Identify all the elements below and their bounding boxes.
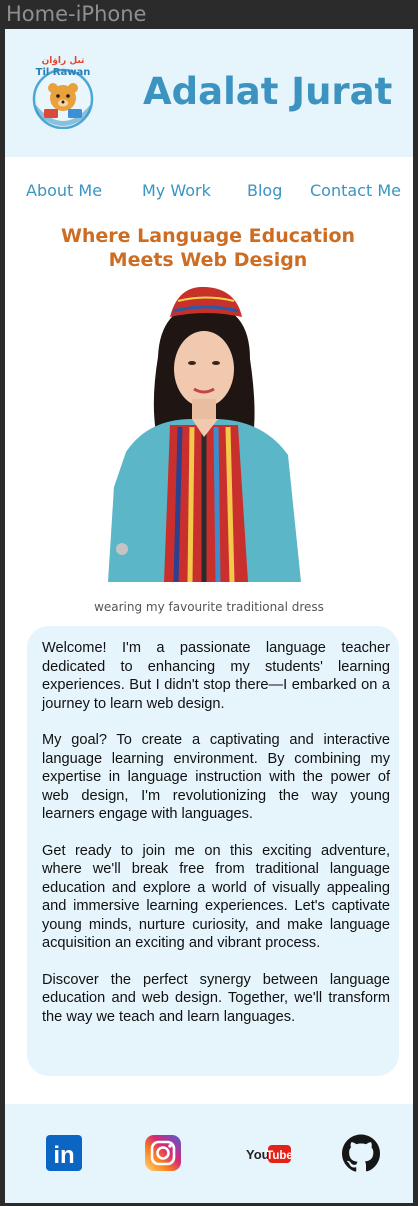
nav-my-work[interactable]: My Work	[142, 181, 211, 200]
welcome-paragraph-1: Welcome! I'm a passionate language teach…	[42, 640, 390, 712]
linkedin-icon: in	[46, 1135, 82, 1171]
github-link[interactable]	[342, 1134, 380, 1172]
youtube-link[interactable]: You Tube	[246, 1134, 293, 1172]
nav-blog[interactable]: Blog	[247, 181, 282, 200]
site-header: تىل راۋان Til Rawan Adalat Jurat	[5, 29, 413, 157]
svg-text:تىل راۋان: تىل راۋان	[42, 56, 85, 66]
linkedin-label: in	[53, 1142, 74, 1169]
welcome-paragraph-4: Discover the perfect synergy between lan…	[42, 971, 390, 1025]
instagram-icon	[145, 1135, 181, 1171]
page-headline: Where Language Education Meets Web Desig…	[60, 225, 356, 271]
page: تىل راۋان Til Rawan Adalat Jurat About M…	[5, 29, 413, 1203]
site-name: Adalat Jurat	[143, 70, 393, 113]
linkedin-link[interactable]: in	[45, 1134, 83, 1172]
portrait-photo	[108, 287, 301, 582]
github-icon	[342, 1134, 380, 1172]
photo-caption: wearing my favourite traditional dress	[94, 600, 324, 614]
logo-icon[interactable]: تىل راۋان Til Rawan	[30, 53, 96, 129]
nav-contact-me[interactable]: Contact Me	[310, 181, 401, 200]
welcome-card: Welcome! I'm a passionate language teach…	[27, 626, 399, 1076]
welcome-paragraph-2: My goal? To create a captivating and int…	[42, 732, 390, 822]
welcome-paragraph-3: Get ready to join me on this exciting ad…	[42, 842, 390, 952]
nav-about-me[interactable]: About Me	[26, 181, 102, 200]
site-footer: in You Tube	[5, 1104, 413, 1203]
youtube-icon: You Tube	[246, 1145, 293, 1163]
logo-text: Til Rawan	[36, 67, 91, 78]
instagram-link[interactable]	[144, 1134, 182, 1172]
youtube-label-tube: Tube	[266, 1150, 292, 1162]
window-title: Home-iPhone	[6, 2, 147, 26]
